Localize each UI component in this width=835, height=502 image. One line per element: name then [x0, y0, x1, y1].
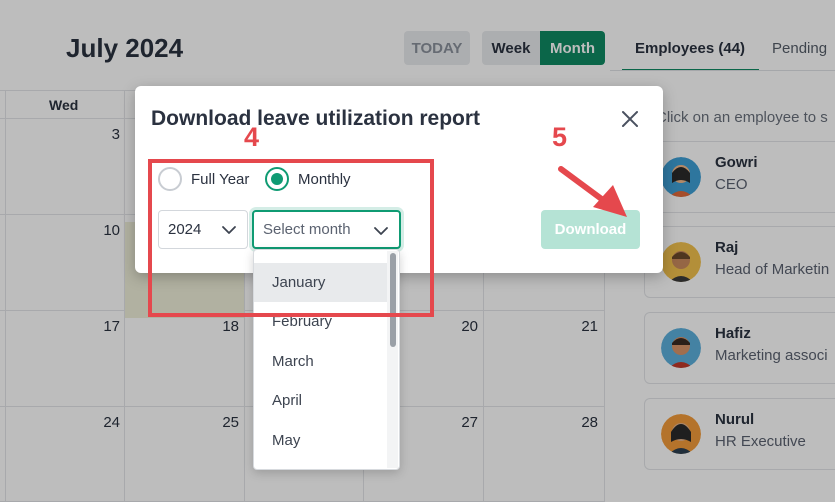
modal-title: Download leave utilization report	[151, 107, 481, 130]
annotation-step-4: 4	[244, 122, 260, 152]
annotation-step-5: 5	[552, 122, 568, 152]
month-option-may[interactable]: May	[254, 421, 388, 460]
month-option-march[interactable]: March	[254, 342, 388, 381]
month-option-april[interactable]: April	[254, 381, 388, 420]
close-button[interactable]	[619, 108, 641, 130]
annotation-box	[148, 159, 434, 317]
close-icon	[622, 111, 638, 127]
annotation-arrow	[558, 166, 627, 217]
